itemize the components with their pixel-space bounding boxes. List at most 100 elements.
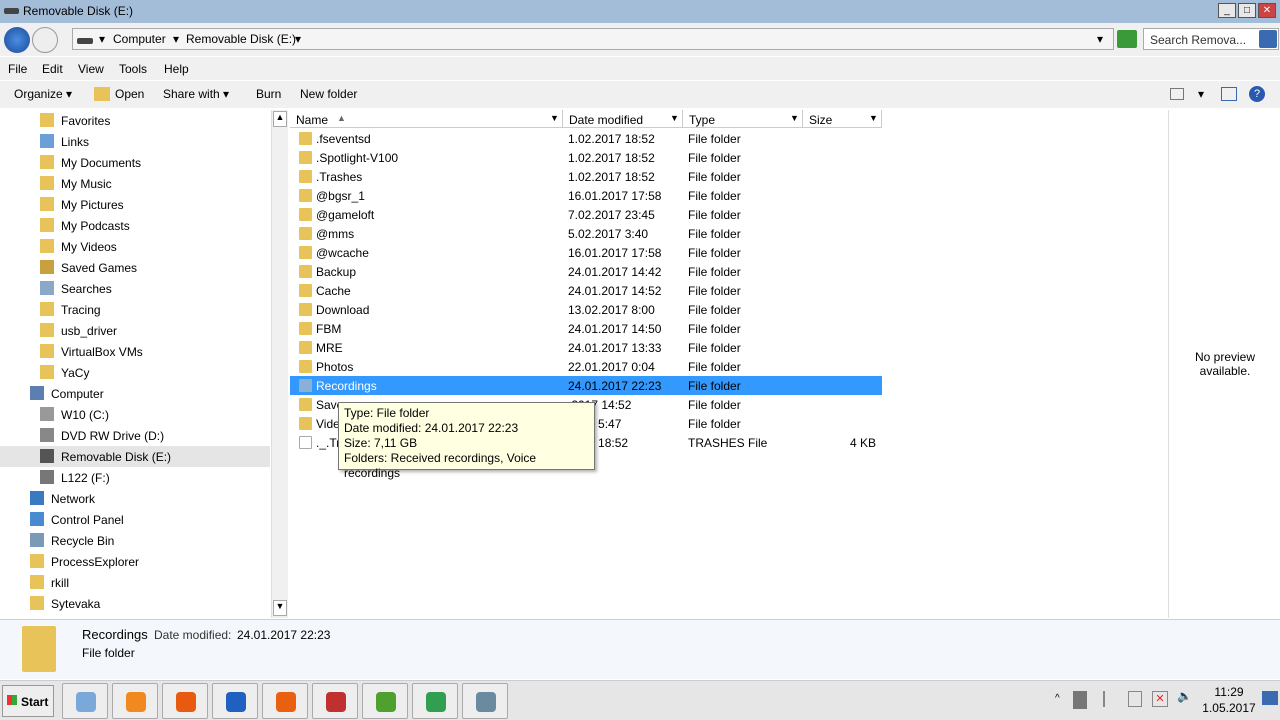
nav-item[interactable]: Sytevaka bbox=[0, 593, 270, 614]
taskbar-app-button[interactable] bbox=[112, 683, 158, 719]
nav-scrollbar[interactable]: ▲ ▼ bbox=[271, 110, 288, 618]
action-center-flag-icon[interactable] bbox=[1103, 691, 1117, 707]
nav-item[interactable]: Computer bbox=[0, 383, 270, 404]
file-type: File folder bbox=[688, 322, 741, 336]
show-desktop-button[interactable] bbox=[1262, 691, 1278, 705]
nav-item[interactable]: W10 (C:) bbox=[0, 404, 270, 425]
column-size[interactable]: Size ▼ bbox=[803, 110, 882, 128]
forward-button[interactable] bbox=[32, 27, 58, 53]
nav-item[interactable]: Tracing bbox=[0, 299, 270, 320]
file-row[interactable]: .Spotlight-V100 1.02.2017 18:52 File fol… bbox=[290, 148, 882, 167]
start-button[interactable]: Start bbox=[2, 685, 54, 717]
power-icon[interactable] bbox=[1128, 691, 1142, 707]
file-row[interactable]: MRE 24.01.2017 13:33 File folder bbox=[290, 338, 882, 357]
close-button[interactable]: ✕ bbox=[1258, 3, 1276, 18]
nav-item[interactable]: usb_driver bbox=[0, 320, 270, 341]
refresh-icon[interactable] bbox=[1117, 30, 1137, 48]
nav-item[interactable]: Recycle Bin bbox=[0, 530, 270, 551]
nav-item-label: Removable Disk (E:) bbox=[61, 450, 172, 464]
maximize-button[interactable]: □ bbox=[1238, 3, 1256, 18]
nav-item[interactable]: Links bbox=[0, 131, 270, 152]
search-icon[interactable] bbox=[1259, 30, 1277, 48]
nav-item[interactable]: My Podcasts bbox=[0, 215, 270, 236]
back-button[interactable] bbox=[4, 27, 30, 53]
taskbar-app-button[interactable] bbox=[362, 683, 408, 719]
file-row[interactable]: .fseventsd 1.02.2017 18:52 File folder bbox=[290, 129, 882, 148]
share-with-button[interactable]: Share with ▾ bbox=[163, 87, 229, 101]
usb-safe-remove-icon[interactable] bbox=[1073, 691, 1087, 709]
organize-button[interactable]: Organize ▾ bbox=[14, 87, 72, 101]
breadcrumb[interactable]: ▾ Computer ▾ Removable Disk (E:) ▾ ▾ bbox=[72, 28, 1114, 50]
file-row[interactable]: Cache 24.01.2017 14:52 File folder bbox=[290, 281, 882, 300]
minimize-button[interactable]: _ bbox=[1218, 3, 1236, 18]
nav-item-icon bbox=[40, 176, 54, 190]
column-name[interactable]: Name ▲ ▼ bbox=[290, 110, 563, 128]
file-date: 1.02.2017 18:52 bbox=[568, 170, 655, 184]
taskbar-app-button[interactable] bbox=[312, 683, 358, 719]
column-date-modified[interactable]: Date modified ▼ bbox=[563, 110, 683, 128]
clock[interactable]: 11:29 1.05.2017 bbox=[1200, 684, 1258, 716]
nav-item[interactable]: My Music bbox=[0, 173, 270, 194]
burn-button[interactable]: Burn bbox=[256, 87, 281, 101]
nav-item[interactable]: VirtualBox VMs bbox=[0, 341, 270, 362]
column-type[interactable]: Type ▼ bbox=[683, 110, 803, 128]
nav-item[interactable]: My Videos bbox=[0, 236, 270, 257]
nav-item[interactable]: Removable Disk (E:) bbox=[0, 446, 270, 467]
nav-item-icon bbox=[40, 302, 54, 316]
show-hidden-icons[interactable]: ^ bbox=[1055, 693, 1060, 704]
taskbar-app-button[interactable] bbox=[62, 683, 108, 719]
nav-item-icon bbox=[40, 407, 54, 421]
file-row[interactable]: Download 13.02.2017 8:00 File folder bbox=[290, 300, 882, 319]
file-row[interactable]: Recordings 24.01.2017 22:23 File folder bbox=[290, 376, 882, 395]
file-row[interactable]: FBM 24.01.2017 14:50 File folder bbox=[290, 319, 882, 338]
nav-item[interactable]: rkill bbox=[0, 572, 270, 593]
nav-item[interactable]: Favorites bbox=[0, 110, 270, 131]
view-dropdown-icon[interactable]: ▾ bbox=[1198, 87, 1204, 101]
nav-item[interactable]: YaCy bbox=[0, 362, 270, 383]
nav-item[interactable]: Searches bbox=[0, 278, 270, 299]
menu-view[interactable]: View bbox=[78, 62, 104, 76]
taskbar-app-button[interactable] bbox=[212, 683, 258, 719]
folder-icon bbox=[299, 417, 312, 430]
taskbar-app-button[interactable] bbox=[462, 683, 508, 719]
file-row[interactable]: Photos 22.01.2017 0:04 File folder bbox=[290, 357, 882, 376]
file-row[interactable]: @bgsr_1 16.01.2017 17:58 File folder bbox=[290, 186, 882, 205]
menu-file[interactable]: File bbox=[8, 62, 27, 76]
file-name: @wcache bbox=[316, 246, 369, 260]
menu-edit[interactable]: Edit bbox=[42, 62, 63, 76]
open-button[interactable]: Open bbox=[115, 87, 144, 101]
nav-item[interactable]: Network bbox=[0, 488, 270, 509]
nav-item-icon bbox=[40, 260, 54, 274]
file-row[interactable]: @gameloft 7.02.2017 23:45 File folder bbox=[290, 205, 882, 224]
volume-icon[interactable]: 🔈 bbox=[1177, 689, 1192, 703]
folder-icon bbox=[299, 360, 312, 373]
nav-item[interactable]: DVD RW Drive (D:) bbox=[0, 425, 270, 446]
file-row[interactable]: @mms 5.02.2017 3:40 File folder bbox=[290, 224, 882, 243]
taskbar-app-button[interactable] bbox=[162, 683, 208, 719]
file-row[interactable]: @wcache 16.01.2017 17:58 File folder bbox=[290, 243, 882, 262]
file-date: 24.01.2017 14:42 bbox=[568, 265, 662, 279]
no-preview-text: No preview available. bbox=[1194, 350, 1256, 378]
preview-pane-icon[interactable] bbox=[1221, 87, 1237, 101]
file-row[interactable]: .Trashes 1.02.2017 18:52 File folder bbox=[290, 167, 882, 186]
menu-help[interactable]: Help bbox=[164, 62, 189, 76]
file-row[interactable]: Backup 24.01.2017 14:42 File folder bbox=[290, 262, 882, 281]
search-input[interactable]: Search Remova... bbox=[1143, 28, 1279, 50]
breadcrumb-computer[interactable]: Computer bbox=[113, 32, 166, 46]
taskbar-app-button[interactable] bbox=[262, 683, 308, 719]
view-options-icon[interactable] bbox=[1170, 88, 1184, 100]
nav-item[interactable]: Control Panel bbox=[0, 509, 270, 530]
network-disconnected-icon[interactable]: ✕ bbox=[1152, 691, 1168, 707]
menu-tools[interactable]: Tools bbox=[119, 62, 147, 76]
nav-item[interactable]: My Documents bbox=[0, 152, 270, 173]
nav-item[interactable]: My Pictures bbox=[0, 194, 270, 215]
nav-item[interactable]: L122 (F:) bbox=[0, 467, 270, 488]
help-icon[interactable]: ? bbox=[1249, 86, 1265, 102]
nav-item[interactable]: ProcessExplorer bbox=[0, 551, 270, 572]
new-folder-button[interactable]: New folder bbox=[300, 87, 357, 101]
breadcrumb-removable-disk[interactable]: Removable Disk (E:) bbox=[186, 32, 296, 46]
nav-item[interactable]: Saved Games bbox=[0, 257, 270, 278]
file-name: .Trashes bbox=[316, 170, 363, 184]
nav-item-icon bbox=[40, 218, 54, 232]
taskbar-app-button[interactable] bbox=[412, 683, 458, 719]
